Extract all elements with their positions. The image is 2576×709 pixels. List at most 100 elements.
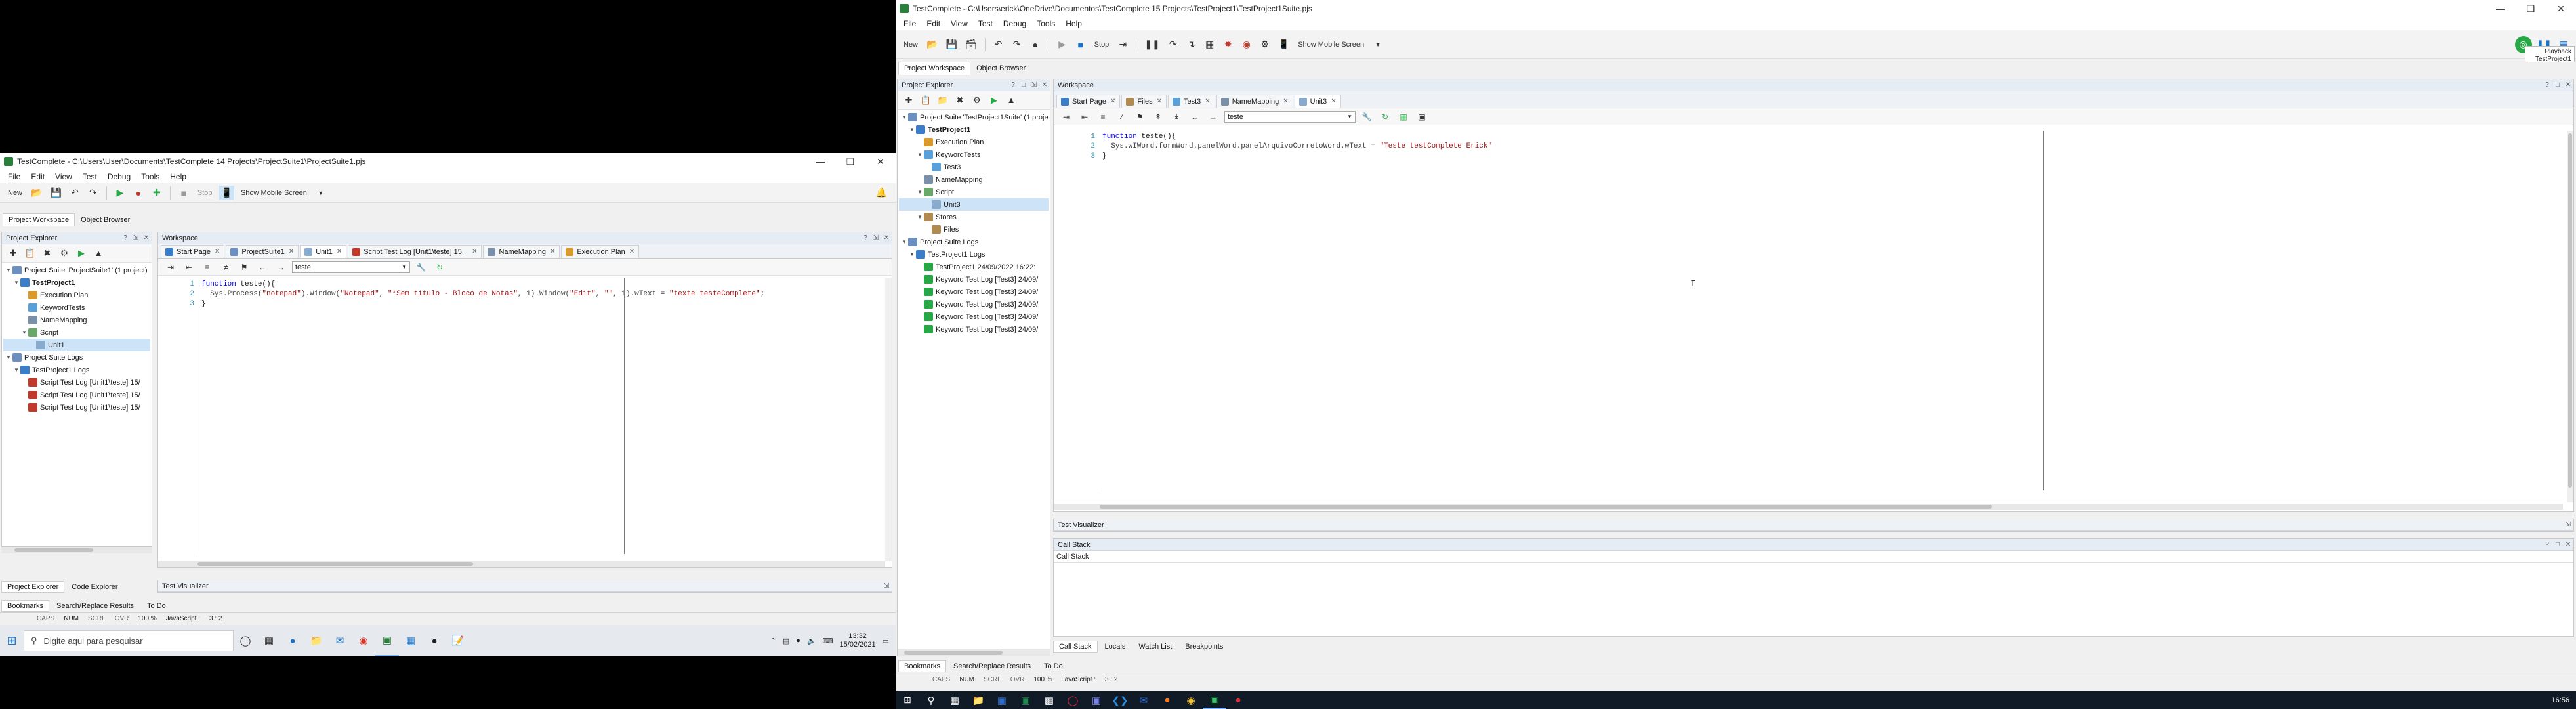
word-icon[interactable]: ▣ <box>990 691 1014 709</box>
close-icon[interactable]: ✕ <box>141 234 152 242</box>
tree-node[interactable]: Keyword Test Log [Test3] 24/09/ <box>899 286 1049 298</box>
notification-icon[interactable]: ▭ <box>883 637 889 645</box>
code-editor[interactable]: 1 2 3 function teste(){ Sys.wIWord.formWor… <box>1054 131 2563 490</box>
tab-breakpoints[interactable]: Breakpoints <box>1179 641 1229 653</box>
routine-select[interactable]: teste ▼ <box>1224 110 1356 123</box>
explorer-icon[interactable]: 📁 <box>966 691 990 709</box>
close-icon[interactable]: ✕ <box>1331 98 1336 105</box>
cortana-icon[interactable]: ◯ <box>234 625 257 656</box>
tab-watch-list[interactable]: Watch List <box>1132 641 1178 653</box>
refresh-icon[interactable]: ↻ <box>432 261 447 274</box>
document-tab[interactable]: Script Test Log [Unit1\teste] 15... ✕ <box>348 245 482 258</box>
pause-icon[interactable]: ❚❚ <box>1142 37 1161 52</box>
uncomment-icon[interactable]: ≠ <box>1114 110 1129 123</box>
expander-icon[interactable]: ▼ <box>900 114 908 120</box>
mobile-icon[interactable]: 📱 <box>1276 37 1291 52</box>
tab-search-replace-results[interactable]: Search/Replace Results <box>947 660 1037 672</box>
open-icon[interactable]: 📂 <box>29 186 44 200</box>
scroll-thumb[interactable] <box>197 562 473 566</box>
float-icon[interactable]: □ <box>2552 541 2563 548</box>
menu-item-test[interactable]: Test <box>973 19 998 28</box>
pin-icon[interactable]: ⇲ <box>2563 521 2573 528</box>
chrome-icon[interactable]: ◉ <box>1179 691 1203 709</box>
tree-node[interactable]: Test3 <box>899 161 1049 173</box>
close-icon[interactable]: ✕ <box>2563 541 2573 548</box>
tree-node[interactable]: Keyword Test Log [Test3] 24/09/ <box>899 298 1049 311</box>
menu-item-view[interactable]: View <box>945 19 973 28</box>
teams-icon[interactable]: ▣ <box>1085 691 1108 709</box>
move-up-icon[interactable]: ▲ <box>91 246 106 261</box>
add-item-icon[interactable]: ✚ <box>902 93 916 108</box>
record-icon[interactable]: ● <box>1028 37 1043 52</box>
menu-item-file[interactable]: File <box>898 19 921 28</box>
clock-time[interactable]: 16:56 <box>2551 697 2569 704</box>
tree-node[interactable]: Execution Plan <box>899 136 1049 148</box>
chevron-up-icon[interactable]: ⌃ <box>770 637 776 645</box>
refresh-icon[interactable]: ↻ <box>1378 110 1392 123</box>
document-tab[interactable]: Unit1 ✕ <box>300 245 347 258</box>
show-mobile-screen-button[interactable]: Show Mobile Screen <box>238 186 310 200</box>
help-icon[interactable]: ? <box>2542 81 2552 89</box>
windows-start-icon[interactable]: ⊞ <box>0 625 24 656</box>
remove-icon[interactable]: ✖ <box>40 246 54 261</box>
help-icon[interactable]: ? <box>2542 541 2552 548</box>
breakpoint-icon[interactable]: ◉ <box>1239 37 1254 52</box>
tab-project-workspace[interactable]: Project Workspace <box>3 213 75 226</box>
maximize-icon[interactable]: ❑ <box>2516 0 2546 17</box>
maximize-icon[interactable]: ❑ <box>835 153 865 170</box>
move-up-icon[interactable]: ▲ <box>1004 93 1018 108</box>
tab-project-workspace[interactable]: Project Workspace <box>898 62 971 75</box>
menu-item-tools[interactable]: Tools <box>136 172 165 181</box>
menu-item-test[interactable]: Test <box>77 172 102 181</box>
calculator-icon[interactable]: ▦ <box>1203 37 1217 52</box>
stop-button[interactable]: Stop <box>195 186 215 200</box>
close-icon[interactable]: ✕ <box>865 153 896 170</box>
new-folder-icon[interactable]: 📁 <box>936 93 950 108</box>
close-icon[interactable]: ✕ <box>337 248 342 255</box>
tree-node[interactable]: Unit1 <box>3 339 150 351</box>
document-tab[interactable]: Files ✕ <box>1121 95 1167 108</box>
new-button[interactable]: New <box>901 37 921 52</box>
tree-node[interactable]: Script Test Log [Unit1\teste] 15/ <box>3 376 150 389</box>
windows-start-icon[interactable]: ⊞ <box>896 691 919 709</box>
checkpoint-icon[interactable]: ▣ <box>1415 110 1429 123</box>
testcomplete-taskbar-icon[interactable]: ▣ <box>1203 691 1226 709</box>
vertical-scrollbar[interactable] <box>2567 131 2573 502</box>
close-icon[interactable]: ✕ <box>1157 98 1162 105</box>
code-content[interactable]: function teste(){ Sys.Process("notepad")… <box>201 280 764 309</box>
comment-icon[interactable]: ≡ <box>200 261 215 274</box>
tab-project-explorer[interactable]: Project Explorer <box>1 581 65 593</box>
keyboard-icon[interactable]: ⌨ <box>823 637 833 645</box>
next-bookmark-icon[interactable]: ↡ <box>1169 110 1184 123</box>
open-icon[interactable]: 📂 <box>924 37 940 52</box>
volume-icon[interactable]: 🔈 <box>807 637 816 645</box>
tab-to-do[interactable]: To Do <box>141 600 172 612</box>
tree-node[interactable]: Keyword Test Log [Test3] 24/09/ <box>899 311 1049 323</box>
pin-icon[interactable]: ⇲ <box>881 582 892 590</box>
scroll-thumb[interactable] <box>1100 505 1992 509</box>
tree-node[interactable]: ▼ Project Suite 'ProjectSuite1' (1 projec… <box>3 264 150 276</box>
close-icon[interactable]: ✕ <box>629 248 634 255</box>
bookmark-icon[interactable]: ⚑ <box>237 261 251 274</box>
document-tab[interactable]: NameMapping ✕ <box>483 245 560 258</box>
pin-icon[interactable]: ⇲ <box>871 234 881 242</box>
code-content[interactable]: function teste(){ Sys.wIWord.formWord.pa… <box>1102 132 1492 161</box>
redo-icon[interactable]: ↷ <box>86 186 100 200</box>
network-icon[interactable]: ▤ <box>783 637 789 645</box>
run-icon[interactable]: ▶ <box>1055 37 1070 52</box>
run-icon[interactable]: ▶ <box>113 186 127 200</box>
chevron-down-icon[interactable]: ▼ <box>1371 37 1385 52</box>
add-icon[interactable]: ✚ <box>150 186 164 200</box>
prev-bookmark-icon[interactable]: ↟ <box>1151 110 1165 123</box>
tree-node[interactable]: NameMapping <box>899 173 1049 186</box>
scroll-thumb[interactable] <box>2568 133 2572 488</box>
bell-icon[interactable]: 🔔 <box>874 186 889 200</box>
outlook-icon[interactable]: ✉ <box>1132 691 1155 709</box>
code-line[interactable]: function teste(){ <box>1102 132 1492 142</box>
document-tab[interactable]: NameMapping ✕ <box>1216 95 1293 108</box>
outdent-icon[interactable]: ⇤ <box>182 261 196 274</box>
outdent-icon[interactable]: ⇤ <box>1077 110 1092 123</box>
close-icon[interactable]: ✕ <box>2546 0 2576 17</box>
expander-icon[interactable]: ▼ <box>900 239 908 245</box>
task-view-icon[interactable]: ▦ <box>943 691 966 709</box>
